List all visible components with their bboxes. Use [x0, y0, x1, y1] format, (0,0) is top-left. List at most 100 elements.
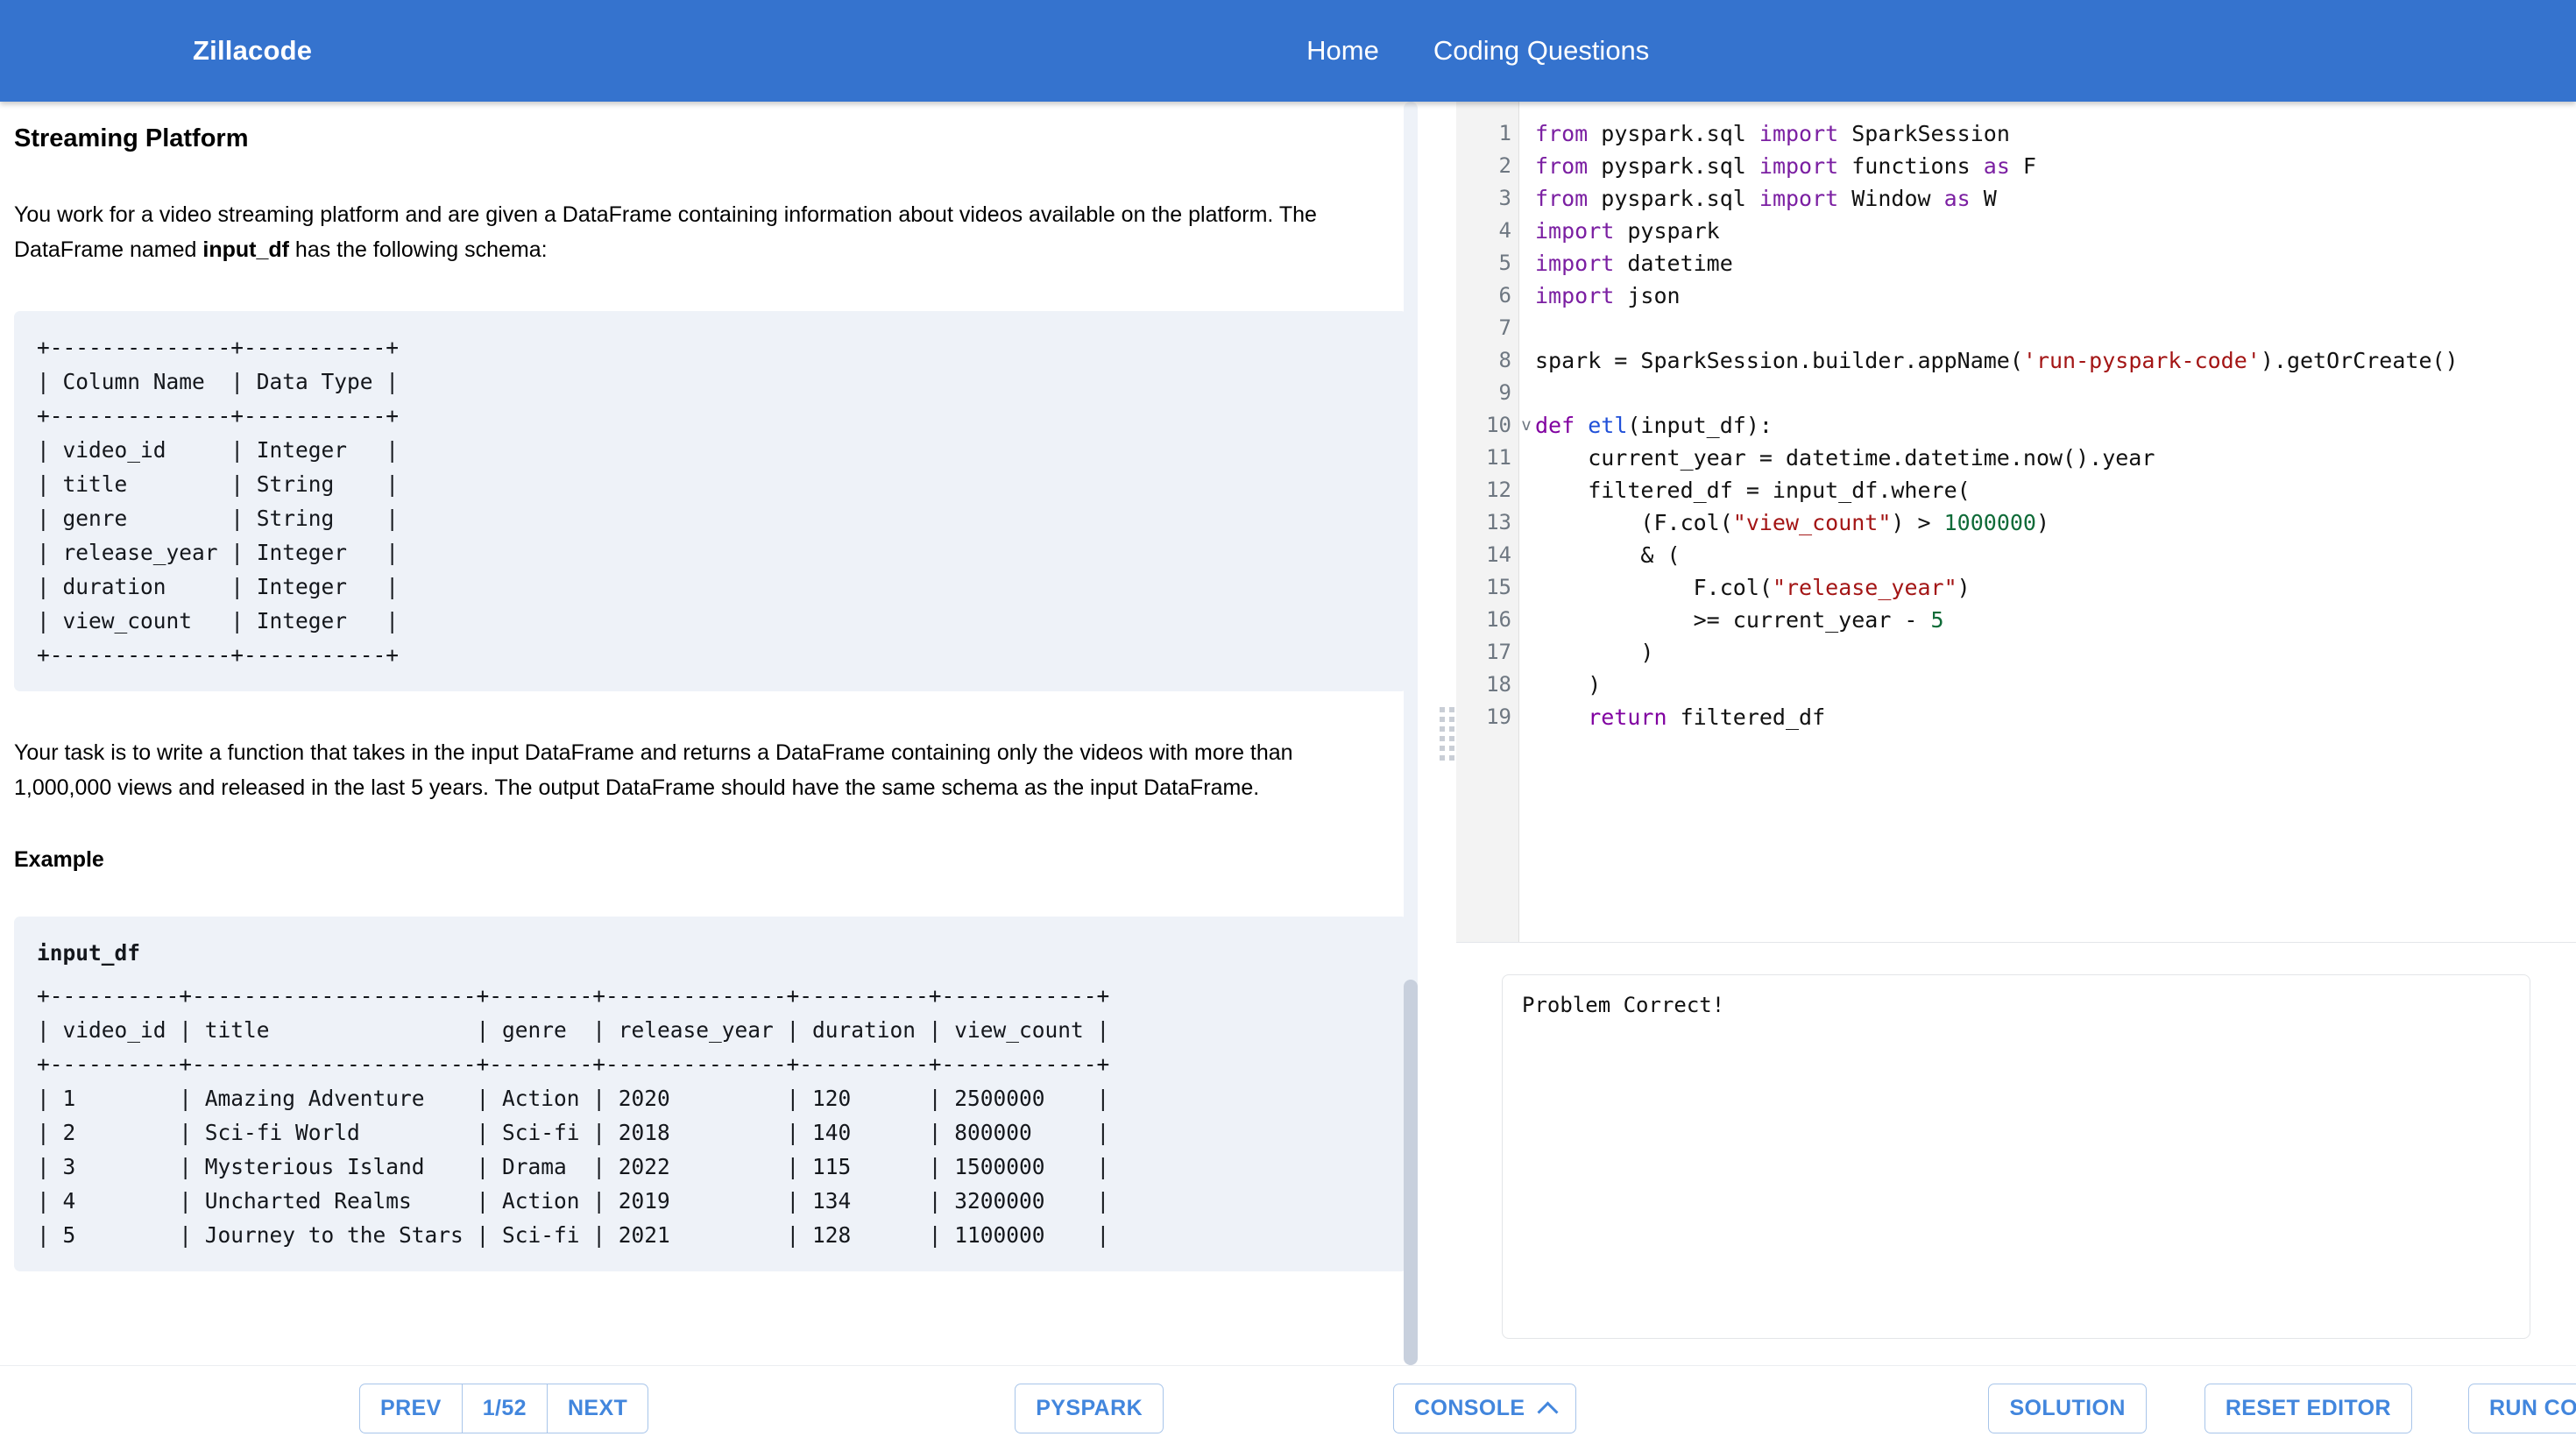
code-token: import — [1535, 251, 1627, 276]
editor-code-area[interactable]: from pyspark.sql import SparkSessionfrom… — [1519, 102, 2576, 942]
drag-grip-icon — [1440, 707, 1454, 761]
code-token: 1000000 — [1944, 510, 2036, 535]
run-code-button[interactable]: RUN CODE — [2468, 1384, 2576, 1433]
question-pager: PREV 1/52 NEXT — [359, 1384, 648, 1433]
editor-code-line[interactable]: F.col("release_year") — [1535, 571, 2576, 604]
editor-code-line[interactable]: filtered_df = input_df.where( — [1535, 474, 2576, 506]
editor-line-number: 2 — [1456, 150, 1518, 182]
code-token: etl — [1588, 413, 1627, 438]
code-token: pyspark.sql — [1601, 186, 1759, 211]
chevron-down-icon[interactable]: v — [1520, 409, 1532, 442]
code-token: ).getOrCreate() — [2261, 348, 2459, 373]
editor-line-number: 9 — [1456, 377, 1518, 409]
code-token: (input_df): — [1627, 413, 1773, 438]
code-token: ) — [1957, 575, 1971, 600]
bottom-toolbar: PREV 1/52 NEXT PYSPARK CONSOLE SOLUTION … — [0, 1365, 2576, 1451]
editor-line-number: 5 — [1456, 247, 1518, 280]
editor-code-line[interactable]: from pyspark.sql import functions as F — [1535, 150, 2576, 182]
editor-line-number: 1 — [1456, 117, 1518, 150]
console-panel: Problem Correct! — [1456, 943, 2576, 1365]
brand-logo[interactable]: Zillacode — [193, 35, 312, 67]
code-token: pyspark — [1627, 218, 1719, 244]
problem-intro-post: has the following schema: — [289, 237, 548, 262]
editor-code-line[interactable]: ) — [1535, 636, 2576, 669]
editor-line-number: 6 — [1456, 280, 1518, 312]
editor-code-line[interactable]: (F.col("view_count") > 1000000) — [1535, 506, 2576, 539]
code-token: filtered_df = input_df.where( — [1535, 478, 1971, 503]
editor-code-line[interactable]: def etl(input_df): — [1535, 409, 2576, 442]
editor-line-number: 12 — [1456, 474, 1518, 506]
code-token: as — [1944, 186, 1984, 211]
editor-code-line[interactable]: current_year = datetime.datetime.now().y… — [1535, 442, 2576, 474]
nav-link-home[interactable]: Home — [1306, 35, 1379, 67]
problem-intro: You work for a video streaming platform … — [14, 197, 1346, 267]
code-token: functions — [1851, 153, 1984, 179]
code-token: ) — [1535, 672, 1601, 697]
problem-intro-dataframe-name: input_df — [202, 237, 289, 262]
editor-line-number-gutter: 12345678910v111213141516171819 — [1456, 102, 1519, 942]
code-token: 'run-pyspark-code' — [2023, 348, 2261, 373]
editor-code-line[interactable]: ) — [1535, 669, 2576, 701]
editor-line-number: 7 — [1456, 312, 1518, 344]
editor-code-line[interactable]: spark = SparkSession.builder.appName('ru… — [1535, 344, 2576, 377]
page-indicator: 1/52 — [463, 1384, 548, 1433]
editor-code-line[interactable]: & ( — [1535, 539, 2576, 571]
editor-line-number: 13 — [1456, 506, 1518, 539]
editor-line-number: 17 — [1456, 636, 1518, 669]
editor-line-number: 14 — [1456, 539, 1518, 571]
code-editor[interactable]: 12345678910v111213141516171819 from pysp… — [1456, 102, 2576, 943]
console-output[interactable]: Problem Correct! — [1502, 974, 2530, 1339]
schema-table-text: +--------------+-----------+ | Column Na… — [37, 335, 399, 668]
editor-code-line[interactable]: import json — [1535, 280, 2576, 312]
editor-code-line[interactable]: return filtered_df — [1535, 701, 2576, 733]
code-token: 5 — [1931, 607, 1944, 633]
next-button[interactable]: NEXT — [548, 1384, 648, 1433]
editor-code-line[interactable]: from pyspark.sql import SparkSession — [1535, 117, 2576, 150]
code-token: Window — [1851, 186, 1943, 211]
code-token: ) — [2036, 510, 2049, 535]
code-token: F.col( — [1535, 575, 1773, 600]
code-token: & ( — [1535, 542, 1681, 568]
editor-code-line[interactable]: import datetime — [1535, 247, 2576, 280]
problem-scrollbar-thumb[interactable] — [1404, 980, 1418, 1365]
console-toggle-button[interactable]: CONSOLE — [1393, 1384, 1576, 1433]
code-token: datetime — [1627, 251, 1732, 276]
schema-code-block: +--------------+-----------+ | Column Na… — [14, 311, 1407, 691]
editor-code-line[interactable]: >= current_year - 5 — [1535, 604, 2576, 636]
nav-links: Home Coding Questions — [1306, 35, 1649, 67]
pyspark-language-button[interactable]: PYSPARK — [1015, 1384, 1164, 1433]
example-heading: Example — [14, 847, 1407, 873]
editor-line-number: 18 — [1456, 669, 1518, 701]
code-token: as — [1984, 153, 2023, 179]
editor-code-line[interactable]: from pyspark.sql import Window as W — [1535, 182, 2576, 215]
code-token: >= current_year - — [1535, 607, 1931, 633]
code-token: import — [1759, 153, 1851, 179]
prev-button[interactable]: PREV — [359, 1384, 463, 1433]
code-token: import — [1535, 283, 1627, 308]
example-dataframe-label: input_df — [37, 936, 1384, 970]
page-title: Streaming Platform — [14, 124, 1407, 153]
code-token: import — [1535, 218, 1627, 244]
code-token: "release_year" — [1773, 575, 1957, 600]
code-token: spark = SparkSession.builder.appName( — [1535, 348, 2023, 373]
solution-button[interactable]: SOLUTION — [1988, 1384, 2146, 1433]
code-token: return — [1535, 704, 1681, 730]
code-token: def — [1535, 413, 1588, 438]
code-token: filtered_df — [1681, 704, 1826, 730]
panel-resize-handle[interactable] — [1437, 102, 1456, 1365]
editor-code-line[interactable]: import pyspark — [1535, 215, 2576, 247]
code-token: W — [1984, 186, 1997, 211]
editor-line-number: 16 — [1456, 604, 1518, 636]
code-token: current_year = datetime.datetime.now().y… — [1535, 445, 2155, 471]
editor-line-number: 15 — [1456, 571, 1518, 604]
nav-link-coding-questions[interactable]: Coding Questions — [1433, 35, 1649, 67]
example-code-block: input_df+----------+--------------------… — [14, 917, 1407, 1271]
reset-editor-button[interactable]: RESET EDITOR — [2204, 1384, 2412, 1433]
editor-code-line[interactable] — [1535, 312, 2576, 344]
problem-panel: Streaming Platform You work for a video … — [0, 102, 1437, 1365]
editor-line-number: 4 — [1456, 215, 1518, 247]
code-token: from — [1535, 153, 1601, 179]
editor-code-line[interactable] — [1535, 377, 2576, 409]
code-token: pyspark.sql — [1601, 153, 1759, 179]
code-token: import — [1759, 186, 1851, 211]
